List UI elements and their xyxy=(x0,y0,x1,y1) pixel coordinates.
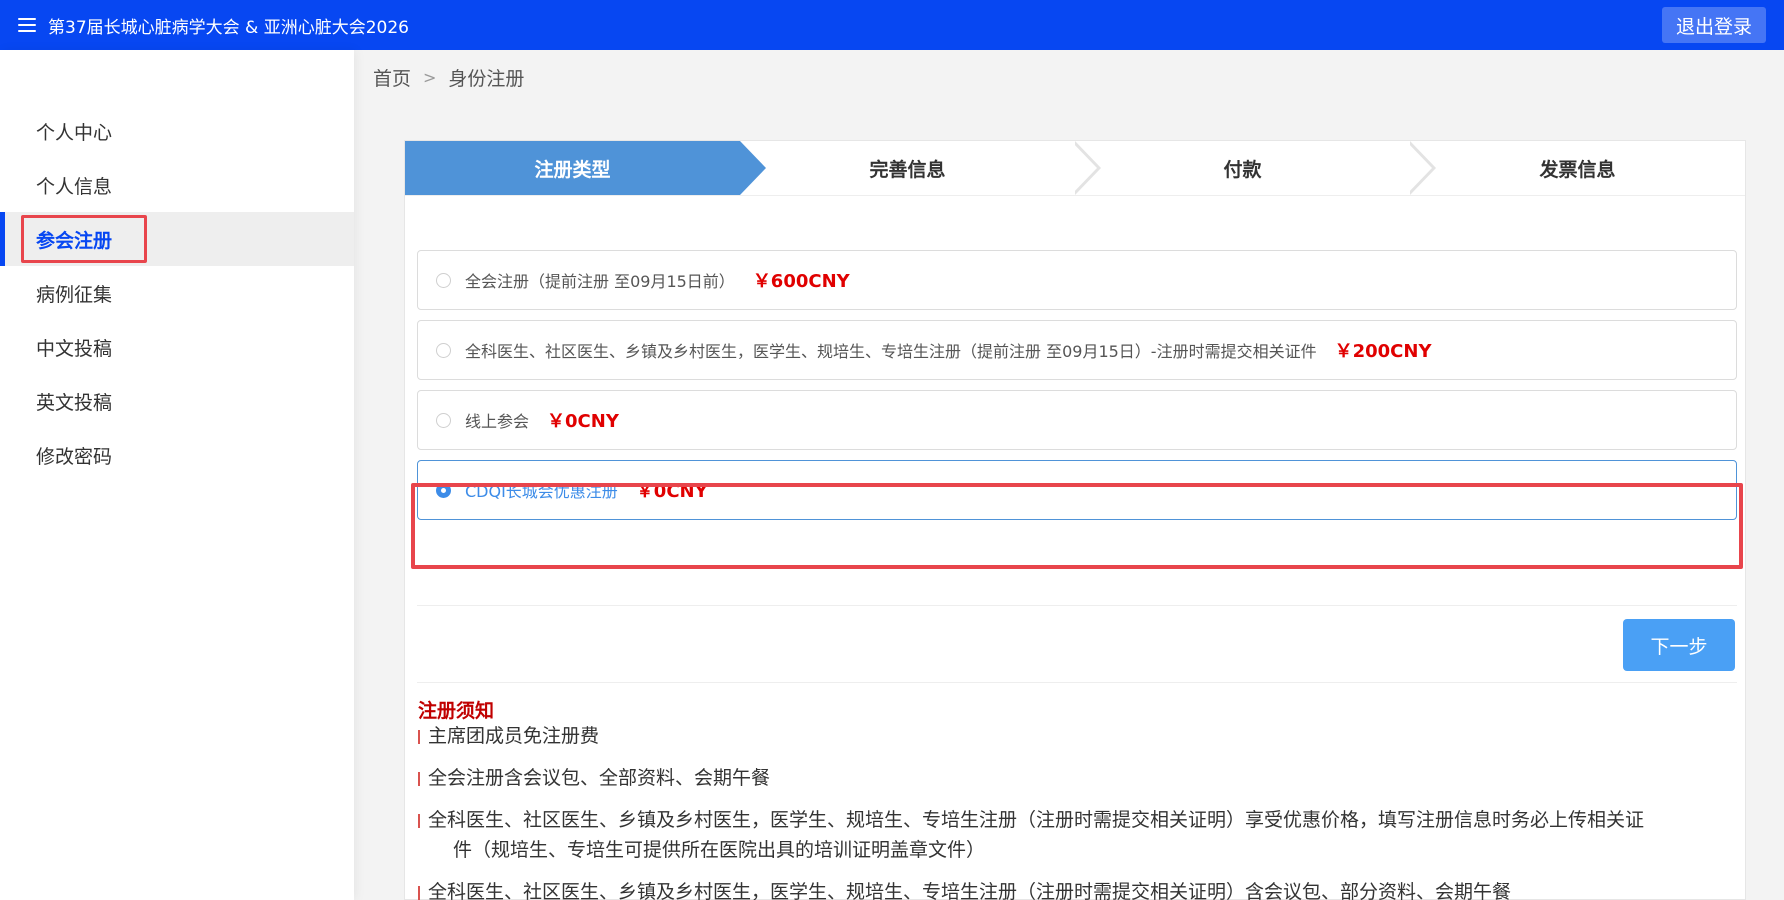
step-complete-info: 完善信息 xyxy=(740,141,1101,195)
notice-item: 全会注册含会议包、全部资料、会期午餐 xyxy=(418,763,1733,793)
divider xyxy=(417,605,1737,606)
step-label: 注册类型 xyxy=(534,158,611,181)
sidebar-item-label: 中文投稿 xyxy=(36,337,113,360)
step-payment: 付款 xyxy=(1075,141,1436,195)
radio-button[interactable] xyxy=(436,272,451,288)
sidebar-item-label: 病例征集 xyxy=(36,283,113,306)
radio-button[interactable] xyxy=(436,342,451,358)
step-registration-type: 注册类型 xyxy=(405,141,766,195)
sidebar-item-chinese-submission[interactable]: 中文投稿 xyxy=(0,320,354,374)
option-cdqi-registration[interactable]: CDQI长城会优惠注册 ￥0CNY xyxy=(417,460,1737,520)
step-label: 发票信息 xyxy=(1539,158,1616,181)
sidebar-menu: 个人中心 个人信息 参会注册 病例征集 中文投稿 英文投稿 修改密码 xyxy=(0,104,354,482)
notice-item: 主席团成员免注册费 xyxy=(418,721,1733,751)
notice-text: 主席团成员免注册费 xyxy=(428,725,600,747)
top-bar: 第37届长城心脏病学大会 & 亚洲心脏大会2026 退出登录 xyxy=(0,0,1784,50)
next-step-button[interactable]: 下一步 xyxy=(1623,619,1735,671)
sidebar-item-case-collection[interactable]: 病例征集 xyxy=(0,266,354,320)
step-label: 完善信息 xyxy=(869,158,946,181)
option-label: 全会注册（提前注册 至09月15日前） xyxy=(465,272,735,291)
radio-button-selected[interactable] xyxy=(436,482,451,498)
divider xyxy=(417,682,1737,683)
radio-button[interactable] xyxy=(436,412,451,428)
sidebar-item-personal-info[interactable]: 个人信息 xyxy=(0,158,354,212)
breadcrumb-home[interactable]: 首页 xyxy=(373,64,411,91)
sidebar-item-label: 英文投稿 xyxy=(36,391,113,414)
sidebar-item-registration[interactable]: 参会注册 xyxy=(0,212,354,266)
notice-text: 全会注册含会议包、全部资料、会期午餐 xyxy=(428,767,771,789)
sidebar-item-label: 个人中心 xyxy=(36,121,113,144)
option-label: 全科医生、社区医生、乡镇及乡村医生，医学生、规培生、专培生注册（提前注册 至09… xyxy=(465,342,1317,361)
sidebar: 个人中心 个人信息 参会注册 病例征集 中文投稿 英文投稿 修改密码 xyxy=(0,50,354,900)
option-label: CDQI长城会优惠注册 xyxy=(465,482,618,501)
breadcrumb-current: 身份注册 xyxy=(448,68,525,90)
step-arrow xyxy=(1406,141,1436,195)
step-arrow xyxy=(1071,141,1101,195)
breadcrumb: 首页 > 身份注册 xyxy=(373,64,524,91)
notice-text-continued: 件（规培生、专培生可提供所在医院出具的培训证明盖章文件） xyxy=(453,839,986,861)
sidebar-item-personal-center[interactable]: 个人中心 xyxy=(0,104,354,158)
notice-item: 全科医生、社区医生、乡镇及乡村医生，医学生、规培生、专培生注册（注册时需提交相关… xyxy=(418,805,1733,865)
option-price: ￥600CNY xyxy=(752,271,850,292)
notice-text: 全科医生、社区医生、乡镇及乡村医生，医学生、规培生、专培生注册（注册时需提交相关… xyxy=(428,881,1512,900)
step-label: 付款 xyxy=(1223,158,1262,181)
option-price: ￥0CNY xyxy=(547,411,619,432)
sidebar-item-label: 个人信息 xyxy=(36,175,113,198)
option-price: ￥200CNY xyxy=(1334,341,1432,362)
option-full-registration[interactable]: 全会注册（提前注册 至09月15日前） ￥600CNY xyxy=(417,250,1737,310)
option-label: 线上参会 xyxy=(465,412,530,431)
notice-text: 全科医生、社区医生、乡镇及乡村医生，医学生、规培生、专培生注册（注册时需提交相关… xyxy=(428,809,1645,831)
sidebar-item-label: 参会注册 xyxy=(36,229,113,252)
sidebar-item-change-password[interactable]: 修改密码 xyxy=(0,428,354,482)
logout-button[interactable]: 退出登录 xyxy=(1661,7,1766,43)
menu-icon[interactable] xyxy=(18,18,36,32)
notice-list: 主席团成员免注册费 全会注册含会议包、全部资料、会期午餐 全科医生、社区医生、乡… xyxy=(418,721,1733,900)
step-invoice-info: 发票信息 xyxy=(1410,141,1745,195)
sidebar-item-english-submission[interactable]: 英文投稿 xyxy=(0,374,354,428)
notice-item: 全科医生、社区医生、乡镇及乡村医生，医学生、规培生、专培生注册（注册时需提交相关… xyxy=(418,877,1733,900)
registration-card: 注册类型 完善信息 付款 发票信息 全会注册（提前注册 至09月15日前） ￥6… xyxy=(404,140,1746,900)
step-progress: 注册类型 完善信息 付款 发票信息 xyxy=(405,141,1745,196)
option-online-attendance[interactable]: 线上参会 ￥0CNY xyxy=(417,390,1737,450)
step-arrow xyxy=(740,141,766,195)
breadcrumb-separator: > xyxy=(423,68,437,87)
app-title: 第37届长城心脏病学大会 & 亚洲心脏大会2026 xyxy=(48,17,409,38)
sidebar-item-label: 修改密码 xyxy=(36,445,113,468)
option-price: ￥0CNY xyxy=(635,481,708,502)
option-gp-student-registration[interactable]: 全科医生、社区医生、乡镇及乡村医生，医学生、规培生、专培生注册（提前注册 至09… xyxy=(417,320,1737,380)
notice-title: 注册须知 xyxy=(418,700,495,722)
